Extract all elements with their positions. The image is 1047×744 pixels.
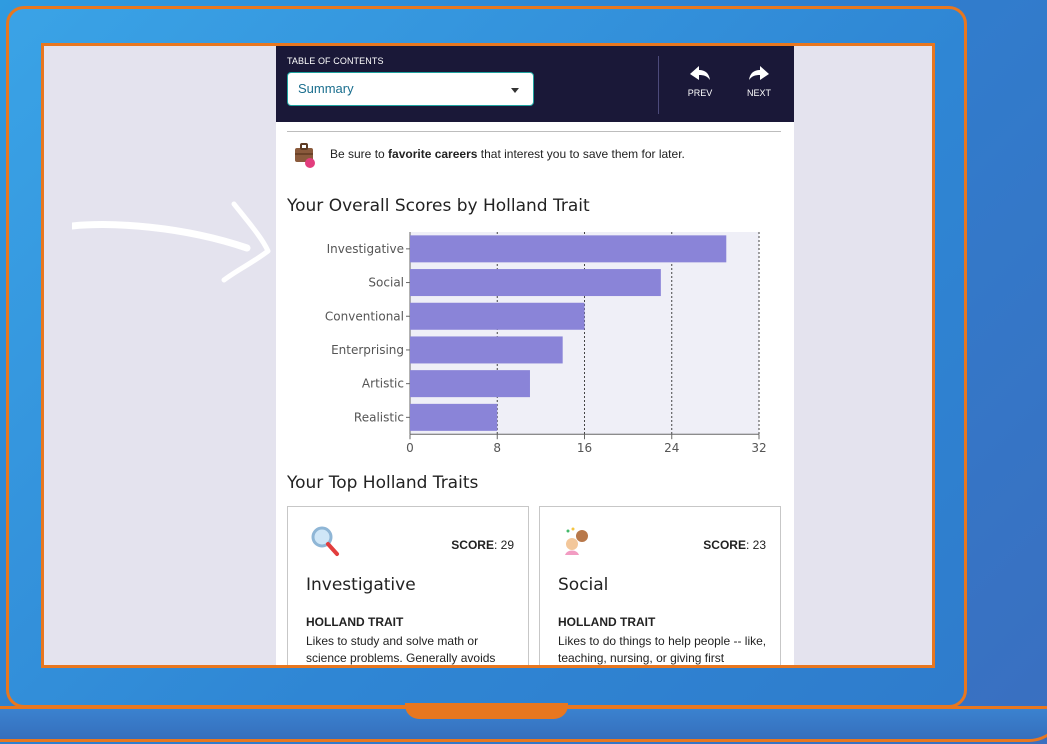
tip-text: Be sure to favorite careers that interes…	[330, 147, 685, 161]
x-tick-label: 0	[406, 441, 414, 455]
score-text: SCORE: 29	[451, 538, 514, 552]
x-tick-label: 16	[577, 441, 592, 455]
overall-scores-heading: Your Overall Scores by Holland Trait	[287, 196, 590, 216]
magnifier-icon	[311, 526, 339, 556]
y-tick-label: Conventional	[325, 309, 404, 323]
screen: TABLE OF CONTENTS Summary PREV NEXT Be s…	[41, 43, 935, 668]
trait-title: Social	[558, 575, 609, 595]
trait-description: Likes to do things to help people -- lik…	[558, 634, 767, 665]
bar-artistic	[410, 370, 530, 398]
trait-title: Investigative	[306, 575, 416, 595]
divider	[287, 131, 781, 132]
trait-card-investigative[interactable]: SCORE: 29 Investigative HOLLAND TRAIT Li…	[287, 506, 529, 665]
briefcase-heart-icon	[295, 143, 315, 168]
toc-label: TABLE OF CONTENTS	[287, 56, 384, 66]
toc-dropdown[interactable]: Summary	[287, 72, 534, 106]
score-text: SCORE: 23	[703, 538, 766, 552]
report-content: TABLE OF CONTENTS Summary PREV NEXT Be s…	[276, 46, 794, 665]
favorite-careers-link[interactable]: favorite careers	[388, 147, 477, 161]
bar-investigative	[410, 235, 727, 263]
toc-selected-value: Summary	[298, 81, 354, 96]
trait-subtitle: HOLLAND TRAIT	[558, 615, 656, 629]
trait-subtitle: HOLLAND TRAIT	[306, 615, 404, 629]
bar-enterprising	[410, 336, 563, 364]
y-tick-label: Realistic	[354, 410, 404, 424]
y-tick-label: Artistic	[362, 377, 404, 391]
prev-label: PREV	[687, 88, 713, 98]
next-arrow-icon	[749, 66, 769, 80]
bar-conventional	[410, 302, 585, 330]
bar-social	[410, 269, 661, 297]
prev-arrow-icon	[690, 66, 710, 80]
next-label: NEXT	[746, 88, 771, 98]
y-tick-label: Enterprising	[331, 343, 404, 357]
x-tick-label: 24	[664, 441, 679, 455]
bar-realistic	[410, 403, 498, 431]
favorite-tip: Be sure to favorite careers that interes…	[293, 142, 783, 168]
people-icon	[565, 527, 588, 555]
x-tick-label: 8	[493, 441, 501, 455]
chevron-down-icon	[511, 88, 519, 93]
y-tick-label: Social	[368, 276, 404, 290]
next-button[interactable]: NEXT	[739, 66, 779, 98]
pointer-arrow-icon	[72, 201, 271, 283]
prev-button[interactable]: PREV	[680, 66, 720, 98]
trait-card-social[interactable]: SCORE: 23 Social HOLLAND TRAIT Likes to …	[539, 506, 781, 665]
holland-trait-bar-chart: 0 8 16 24 32 Investigative Social Conventional E…	[325, 232, 767, 455]
x-tick-label: 32	[751, 441, 766, 455]
trait-description: Likes to study and solve math or science…	[306, 634, 496, 665]
top-traits-heading: Your Top Holland Traits	[287, 473, 479, 493]
y-tick-label: Investigative	[327, 242, 404, 256]
nav-divider	[658, 56, 659, 114]
top-navigation-bar: TABLE OF CONTENTS Summary PREV NEXT	[276, 46, 794, 122]
laptop-notch	[405, 703, 568, 719]
